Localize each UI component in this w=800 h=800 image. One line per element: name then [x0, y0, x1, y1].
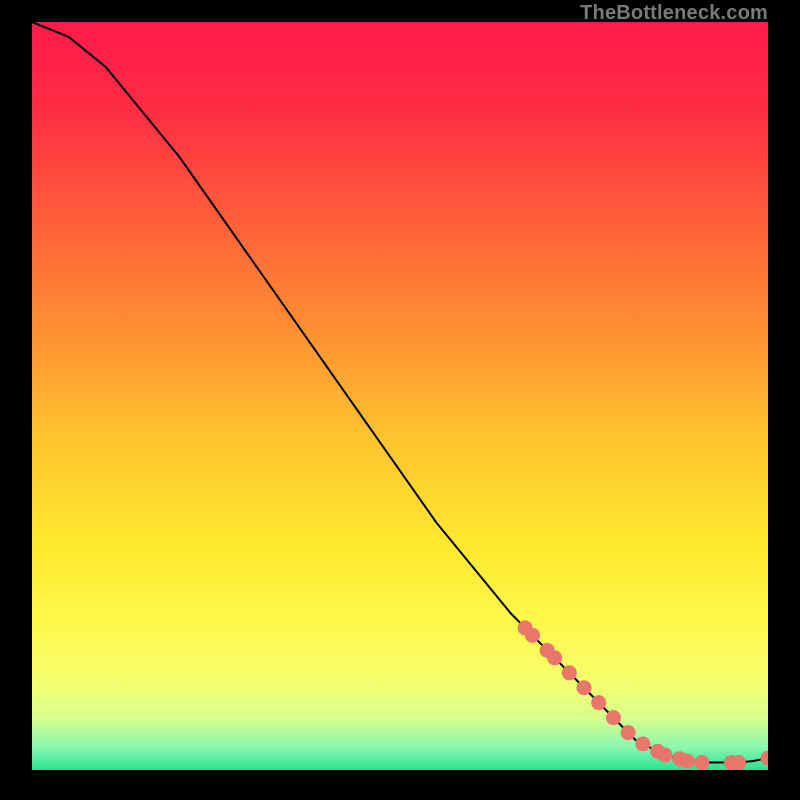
highlight-marker — [658, 748, 672, 762]
highlight-marker — [592, 696, 606, 710]
highlight-marker — [695, 756, 709, 770]
highlight-marker — [525, 628, 539, 642]
highlight-marker — [562, 666, 576, 680]
highlight-marker — [548, 651, 562, 665]
highlight-marker — [577, 681, 591, 695]
highlight-marker — [636, 737, 650, 751]
gradient-background — [32, 22, 768, 770]
chart-plot-area — [32, 22, 768, 770]
highlight-marker — [621, 726, 635, 740]
highlight-marker — [732, 756, 746, 770]
highlight-marker — [680, 754, 694, 768]
highlight-marker — [606, 711, 620, 725]
chart-svg — [32, 22, 768, 770]
chart-stage: TheBottleneck.com — [0, 0, 800, 800]
